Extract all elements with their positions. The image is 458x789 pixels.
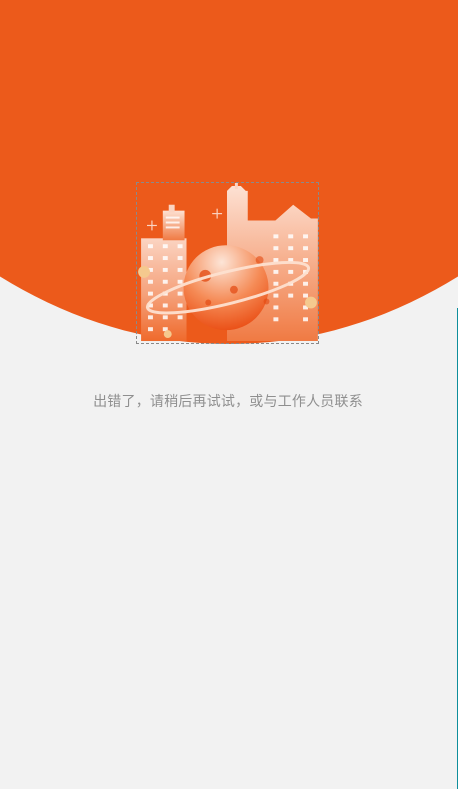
error-illustration-icon [138, 183, 318, 342]
error-message-text: 出错了，请稍后再试试，或与工作人员联系 [93, 394, 363, 410]
city-planet-illustration [136, 182, 319, 344]
error-page: 出错了，请稍后再试试，或与工作人员联系 [0, 0, 458, 789]
